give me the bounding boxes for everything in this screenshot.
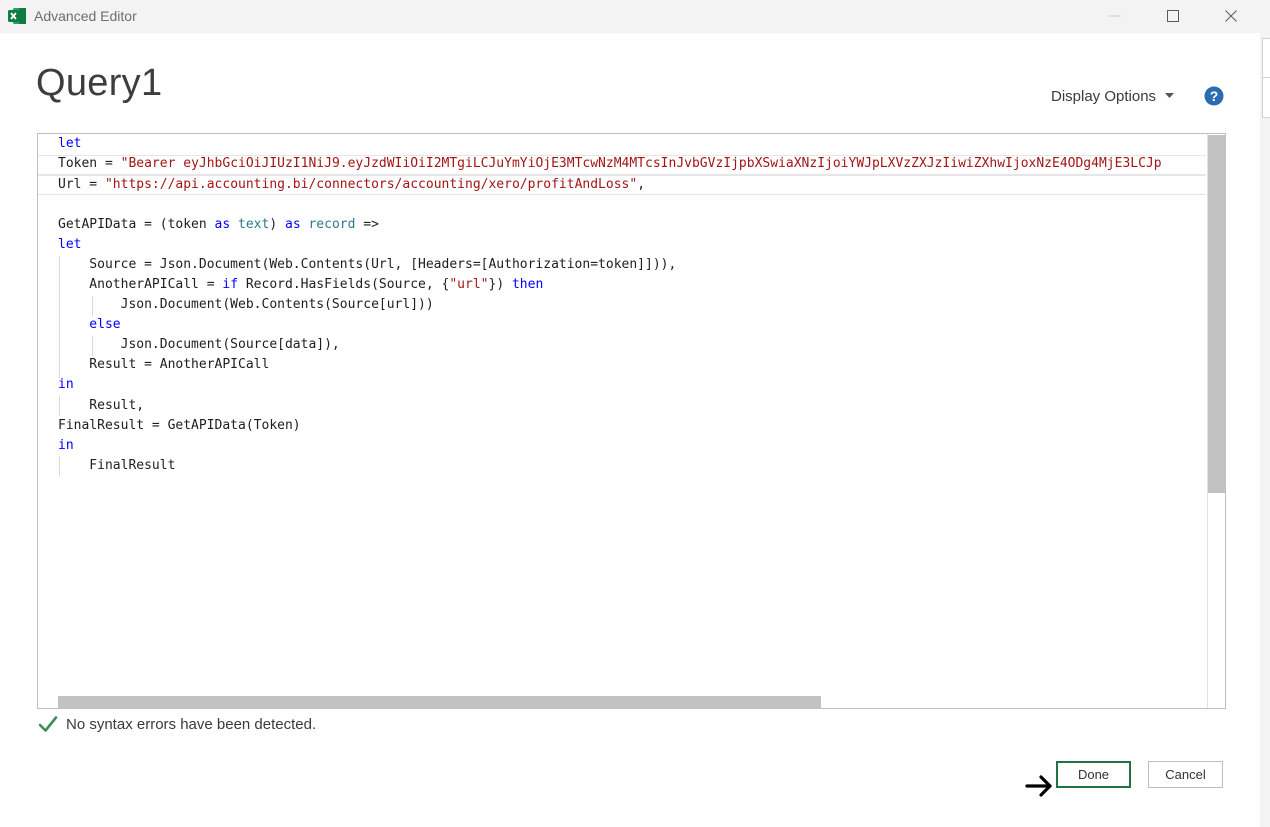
maximize-button[interactable] bbox=[1150, 0, 1196, 33]
minimize-button[interactable] bbox=[1092, 0, 1138, 33]
minimize-icon bbox=[1109, 15, 1121, 17]
syntax-status-message: No syntax errors have been detected. bbox=[66, 716, 317, 733]
close-button[interactable] bbox=[1208, 0, 1254, 33]
close-icon bbox=[1225, 10, 1237, 22]
display-options-dropdown[interactable]: Display Options bbox=[1051, 88, 1156, 105]
code-line: let bbox=[58, 237, 82, 252]
query-title: Query1 bbox=[36, 62, 163, 104]
vertical-scrollbar-thumb[interactable] bbox=[1208, 135, 1225, 493]
horizontal-scrollbar-thumb[interactable] bbox=[58, 696, 821, 708]
code-line: Url = "https://api.accounting.bi/connect… bbox=[58, 177, 646, 192]
maximize-icon bbox=[1167, 10, 1179, 22]
code-line: Source = Json.Document(Web.Contents(Url,… bbox=[58, 257, 677, 272]
code-line: let bbox=[58, 136, 82, 151]
arrow-right-icon bbox=[1025, 775, 1052, 797]
code-line: Result, bbox=[58, 398, 145, 413]
code-line: else bbox=[58, 317, 121, 332]
help-icon[interactable]: ? bbox=[1204, 86, 1224, 106]
code-line: GetAPIData = (token as text) as record =… bbox=[58, 217, 379, 232]
code-editor[interactable]: let Token = "Bearer eyJhbGciOiJIUzI1NiJ9… bbox=[37, 133, 1226, 709]
code-line: Result = AnotherAPICall bbox=[58, 357, 270, 372]
excel-icon bbox=[8, 8, 26, 24]
code-line: in bbox=[58, 438, 74, 453]
code-line: AnotherAPICall = if Record.HasFields(Sou… bbox=[58, 277, 544, 292]
done-button[interactable]: Done bbox=[1056, 761, 1131, 788]
code-line: Token = "Bearer eyJhbGciOiJIUzI1NiJ9.eyJ… bbox=[58, 156, 1162, 171]
code-line: FinalResult bbox=[58, 458, 176, 473]
svg-text:?: ? bbox=[1210, 88, 1219, 104]
code-line: in bbox=[58, 377, 74, 392]
window-titlebar: Advanced Editor bbox=[0, 0, 1270, 33]
cancel-button[interactable]: Cancel bbox=[1148, 761, 1223, 788]
checkmark-icon bbox=[38, 716, 58, 732]
adjacent-window-edge bbox=[1262, 38, 1270, 78]
window-title: Advanced Editor bbox=[34, 8, 137, 24]
code-line: Json.Document(Web.Contents(Source[url])) bbox=[58, 297, 434, 312]
code-line: Json.Document(Source[data]), bbox=[58, 337, 340, 352]
caret-down-icon[interactable] bbox=[1165, 93, 1174, 99]
code-line: FinalResult = GetAPIData(Token) bbox=[58, 418, 301, 433]
adjacent-window-edge bbox=[1262, 78, 1270, 118]
window-edge bbox=[1260, 33, 1270, 827]
